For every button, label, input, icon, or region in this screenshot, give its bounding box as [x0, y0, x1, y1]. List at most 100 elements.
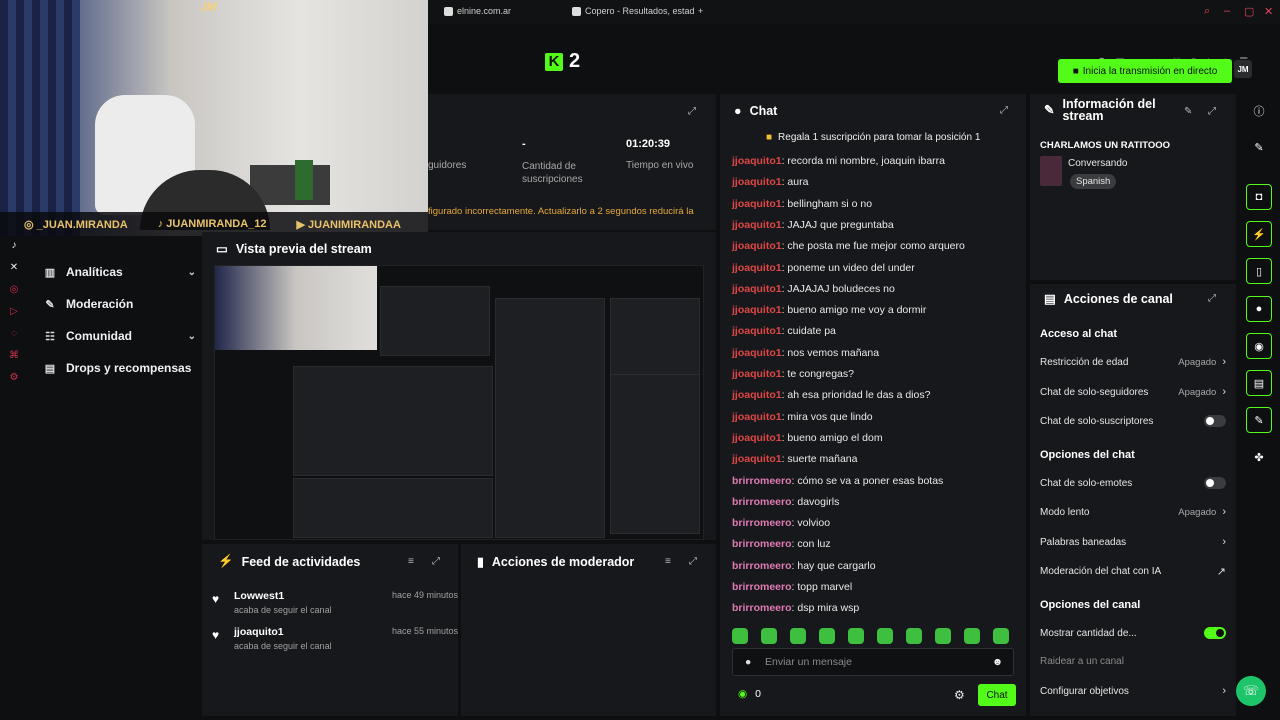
filter-icon[interactable]: ≡ [665, 556, 671, 567]
emote-icon[interactable] [732, 628, 748, 644]
bolt-icon[interactable]: ⚡ [1246, 221, 1272, 247]
search-icon[interactable]: ⌕ [1204, 5, 1210, 18]
maximize-icon[interactable]: ▢ [1244, 5, 1254, 18]
discord-icon[interactable]: ◌ [11, 328, 17, 339]
channel-setting-row[interactable]: Mostrar cantidad de... [1040, 627, 1226, 639]
chat-username[interactable]: jjoaquito1 [732, 347, 782, 359]
chat-username[interactable]: brirromeero [732, 517, 792, 529]
stream-preview-video[interactable] [214, 265, 704, 540]
sidebar-item-moderacion[interactable]: ✎ Moderación [36, 288, 196, 320]
browser-tab-copero[interactable]: Copero - Resultados, estad [572, 6, 695, 16]
settings-icon[interactable]: ⚙ [10, 372, 19, 383]
kick-logo[interactable]: K 2 [545, 50, 580, 73]
channel-setting-row[interactable]: Chat de solo-emotes [1040, 477, 1226, 489]
chat-text: : bueno amigo el dom [781, 431, 883, 444]
emote-icon[interactable] [906, 628, 922, 644]
expand-icon[interactable]: ⤢ [432, 556, 440, 567]
channel-setting-row[interactable]: Raidear a un canal [1040, 656, 1226, 667]
chat-username[interactable]: brirromeero [732, 475, 792, 487]
sidebar-item-analiticas[interactable]: ▥ Analíticas ⌄ [36, 256, 196, 288]
chat-bubble-icon[interactable]: ● [1246, 296, 1272, 322]
expand-icon[interactable]: ⤢ [689, 556, 697, 567]
chat-settings-icon[interactable]: ⚙ [954, 688, 965, 702]
emote-icon[interactable] [819, 628, 835, 644]
channel-setting-row[interactable]: Chat de solo-seguidores Apagado › [1040, 386, 1226, 398]
expand-icon[interactable]: ⤢ [1000, 105, 1008, 116]
broadcast-icon[interactable]: ◉ [1246, 333, 1272, 359]
emote-icon[interactable] [848, 628, 864, 644]
chat-username[interactable]: brirromeero [732, 560, 792, 572]
channel-setting-row[interactable]: Palabras baneadas › [1040, 536, 1226, 548]
chat-text: : JAJAJAJ boludeces no [781, 282, 895, 295]
expand-icon[interactable]: ⤢ [1208, 293, 1216, 304]
help-icon[interactable]: ☏ [1236, 676, 1266, 706]
info-icon[interactable]: ⓘ [1246, 98, 1272, 124]
filter-icon[interactable]: ≡ [408, 556, 414, 567]
channel-setting-row[interactable]: Moderación del chat con IA ↗ [1040, 565, 1226, 578]
avatar[interactable]: JM [1234, 60, 1252, 78]
chat-username[interactable]: jjoaquito1 [732, 304, 782, 316]
x-icon[interactable]: ✕ [10, 262, 18, 273]
emoji-icon[interactable]: ☻ [992, 656, 1003, 668]
chat-username[interactable]: jjoaquito1 [732, 219, 782, 231]
channel-setting-row[interactable]: Restricción de edad Apagado › [1040, 356, 1226, 368]
puzzle-icon[interactable]: ✤ [1246, 444, 1272, 470]
chat-username[interactable]: jjoaquito1 [732, 411, 782, 423]
preview-title: ▭ Vista previa del stream [216, 241, 372, 257]
chevron-right-icon: › [1222, 685, 1226, 697]
chat-username[interactable]: jjoaquito1 [732, 432, 782, 444]
chat-username[interactable]: jjoaquito1 [732, 240, 782, 252]
chat-username[interactable]: jjoaquito1 [732, 325, 782, 337]
emote-icon[interactable] [935, 628, 951, 644]
youtube-icon[interactable]: ▷ [10, 306, 18, 317]
document-icon[interactable]: ▯ [1246, 258, 1272, 284]
chat-username[interactable]: brirromeero [732, 538, 792, 550]
toggle-switch[interactable] [1204, 477, 1226, 489]
chat-username[interactable]: brirromeero [732, 581, 792, 593]
edit-icon[interactable]: ✎ [1184, 106, 1192, 117]
emote-icon[interactable] [993, 628, 1009, 644]
send-chat-button[interactable]: Chat [978, 684, 1016, 706]
channel-setting-row[interactable]: Modo lento Apagado › [1040, 506, 1226, 518]
expand-icon[interactable]: ⤢ [688, 106, 696, 117]
chat-username[interactable]: jjoaquito1 [732, 368, 782, 380]
edit-icon[interactable]: ✎ [1246, 134, 1272, 160]
chat-username[interactable]: jjoaquito1 [732, 389, 782, 401]
sidebar-item-comunidad[interactable]: ☷ Comunidad ⌄ [36, 320, 196, 352]
emote-icon[interactable] [877, 628, 893, 644]
chat-username[interactable]: jjoaquito1 [732, 198, 782, 210]
toggle-switch[interactable] [1204, 627, 1226, 639]
instagram-icon[interactable]: ◎ [10, 284, 19, 295]
wrench-icon[interactable]: ✎ [1246, 407, 1272, 433]
stream-category[interactable]: Conversando [1068, 158, 1127, 169]
expand-icon[interactable]: ⤢ [1208, 106, 1216, 117]
link-icon[interactable]: ⌘ [9, 350, 19, 361]
toggle-switch[interactable] [1204, 415, 1226, 427]
chat-username[interactable]: jjoaquito1 [732, 453, 782, 465]
chat-username[interactable]: brirromeero [732, 602, 792, 614]
browser-tab-elnine[interactable]: elnine.com.ar [444, 6, 511, 16]
chat-message-input[interactable]: ● Enviar un mensaje ☻ [732, 648, 1014, 676]
pinned-gift-banner[interactable]: ■ Regala 1 suscripción para tomar la pos… [766, 132, 980, 143]
channel-setting-row[interactable]: Configurar objetivos › [1040, 685, 1226, 697]
chat-username[interactable]: jjoaquito1 [732, 262, 782, 274]
chat-username[interactable]: brirromeero [732, 496, 792, 508]
server-icon[interactable]: ▤ [1246, 370, 1272, 396]
emote-icon[interactable] [761, 628, 777, 644]
tiktok-icon[interactable]: ♪ [12, 240, 17, 251]
sidebar-item-drops[interactable]: ▤ Drops y recompensas [36, 352, 196, 384]
channel-setting-row[interactable]: Chat de solo-suscriptores [1040, 415, 1226, 427]
go-live-button[interactable]: ■ Inicia la transmisión en directo [1058, 59, 1232, 83]
channel-points[interactable]: ◉ 0 [738, 688, 761, 700]
chat-username[interactable]: jjoaquito1 [732, 283, 782, 295]
emote-icon[interactable] [964, 628, 980, 644]
close-icon[interactable]: ✕ [1264, 5, 1273, 18]
chat-username[interactable]: jjoaquito1 [732, 155, 782, 167]
right-icon-rail: ⓘ ✎ ◘ ⚡ ▯ ● ◉ ▤ ✎ ✤ [1240, 94, 1280, 716]
minimize-icon[interactable]: – [1224, 5, 1230, 17]
emote-icon[interactable] [790, 628, 806, 644]
chat-username[interactable]: jjoaquito1 [732, 176, 782, 188]
new-tab-button[interactable]: + [698, 6, 703, 16]
camera-icon[interactable]: ◘ [1246, 184, 1272, 210]
chat-title: ● Chat [734, 104, 778, 118]
